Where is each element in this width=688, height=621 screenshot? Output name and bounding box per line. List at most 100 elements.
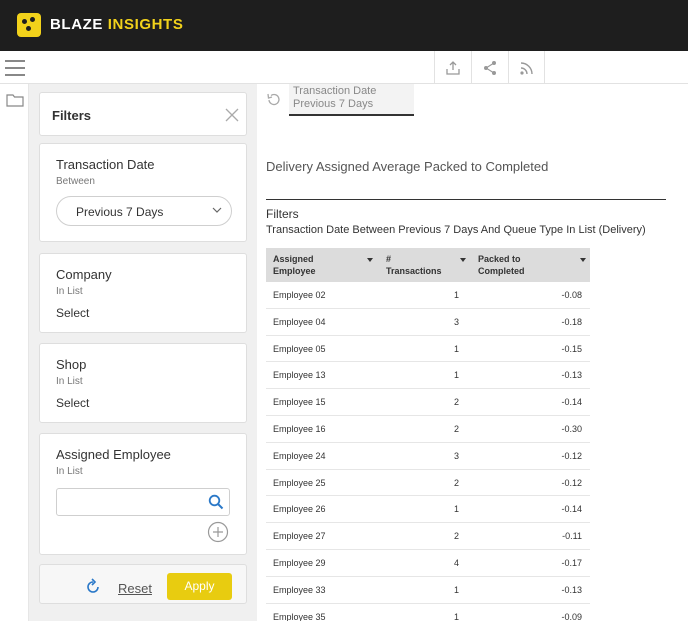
packed-to-completed-cell: -0.30 [561, 423, 582, 434]
filter-title: Assigned Employee [56, 447, 171, 462]
employee-cell: Employee 15 [273, 397, 326, 408]
column-header-transactions[interactable]: # Transactions [386, 253, 468, 277]
tab-label-line2: Previous 7 Days [293, 98, 374, 110]
apply-button[interactable]: Apply [167, 573, 232, 600]
employee-cell: Employee 27 [273, 531, 326, 542]
employee-cell: Employee 35 [273, 611, 326, 621]
packed-to-completed-cell: -0.18 [561, 316, 582, 327]
app-title: BLAZE INSIGHTS [50, 16, 183, 33]
table-row[interactable]: Employee 05 1 -0.15 [266, 335, 590, 363]
table-row[interactable]: Employee 13 1 -0.13 [266, 362, 590, 390]
transactions-cell: 3 [453, 316, 459, 327]
column-header-packed-to-completed[interactable]: Packed to Completed [478, 253, 586, 277]
table-row[interactable]: Employee 24 3 -0.12 [266, 442, 590, 470]
filters-panel: Filters Transaction Date Between Previou… [29, 84, 257, 621]
brand-word-1: BLAZE [50, 16, 103, 33]
employee-search-field [56, 488, 230, 516]
filter-actions: Reset Apply [39, 564, 247, 604]
refresh-icon[interactable] [84, 578, 102, 596]
employee-cell: Employee 29 [273, 557, 326, 568]
folder-icon[interactable] [6, 93, 24, 107]
export-button[interactable] [434, 51, 471, 84]
table-row[interactable]: Employee 33 1 -0.13 [266, 576, 590, 604]
table-row[interactable]: Employee 29 4 -0.17 [266, 549, 590, 577]
transactions-cell: 1 [453, 584, 459, 595]
filter-tab-transaction-date[interactable]: Transaction Date Previous 7 Days [289, 84, 414, 116]
table-row[interactable]: Employee 16 2 -0.30 [266, 415, 590, 443]
transactions-cell: 2 [453, 423, 459, 434]
filters-panel-header: Filters [39, 92, 247, 136]
transactions-cell: 1 [453, 290, 459, 300]
packed-to-completed-cell: -0.13 [561, 584, 582, 595]
date-range-value: Previous 7 Days [76, 205, 164, 219]
packed-to-completed-cell: -0.12 [561, 450, 582, 461]
filter-title: Transaction Date [56, 157, 155, 172]
divider [266, 199, 666, 200]
close-icon[interactable] [224, 107, 240, 123]
packed-to-completed-cell: -0.15 [561, 343, 582, 354]
blaze-logo[interactable] [17, 13, 41, 37]
filter-card-shop: Shop In List Select [39, 343, 247, 423]
packed-to-completed-cell: -0.08 [561, 290, 582, 300]
sort-caret-icon [367, 258, 373, 262]
filter-operator: Between [56, 176, 95, 187]
filter-title: Company [56, 267, 112, 282]
packed-to-completed-cell: -0.13 [561, 370, 582, 381]
transactions-cell: 2 [453, 531, 459, 542]
transactions-cell: 1 [453, 611, 459, 621]
table-row[interactable]: Employee 15 2 -0.14 [266, 389, 590, 416]
transactions-cell: 1 [453, 370, 459, 381]
table-row[interactable]: Employee 25 2 -0.12 [266, 469, 590, 497]
table-body: Employee 02 1 -0.08 Employee 04 3 -0.18 Employ… [266, 282, 590, 621]
table-row[interactable]: Employee 04 3 -0.18 [266, 308, 590, 336]
filter-operator: In List [56, 286, 83, 297]
employee-cell: Employee 04 [273, 316, 326, 327]
company-select[interactable]: Select [56, 306, 89, 320]
table-row[interactable]: Employee 27 2 -0.11 [266, 523, 590, 550]
employee-cell: Employee 16 [273, 423, 326, 434]
employee-cell: Employee 24 [273, 450, 326, 461]
transactions-cell: 1 [453, 504, 459, 515]
search-icon[interactable] [208, 494, 224, 510]
table-row[interactable]: Employee 02 1 -0.08 [266, 282, 590, 309]
filter-operator: In List [56, 376, 83, 387]
transactions-cell: 1 [453, 343, 459, 354]
table-row[interactable]: Employee 35 1 -0.09 [266, 603, 590, 621]
menu-icon[interactable] [5, 60, 25, 76]
filter-card-transaction-date: Transaction Date Between Previous 7 Days [39, 143, 247, 242]
rss-button[interactable] [508, 51, 545, 84]
chevron-down-icon [212, 205, 222, 215]
packed-to-completed-cell: -0.14 [561, 504, 582, 515]
employee-search-input[interactable] [63, 494, 203, 510]
date-range-select[interactable]: Previous 7 Days [56, 196, 232, 226]
packed-to-completed-cell: -0.14 [561, 397, 582, 408]
filter-card-assigned-employee: Assigned Employee In List [39, 433, 247, 555]
filters-panel-title: Filters [52, 108, 92, 123]
filter-card-company: Company In List Select [39, 253, 247, 333]
employee-cell: Employee 26 [273, 504, 326, 515]
share-icon [482, 60, 498, 76]
rss-icon [519, 60, 535, 76]
share-button[interactable] [471, 51, 508, 84]
packed-to-completed-cell: -0.12 [561, 477, 582, 488]
transactions-cell: 3 [453, 450, 459, 461]
sort-caret-icon [580, 258, 586, 262]
employee-cell: Employee 02 [273, 290, 326, 300]
employee-cell: Employee 05 [273, 343, 326, 354]
left-rail [0, 84, 29, 621]
applied-filters-description: Transaction Date Between Previous 7 Days… [266, 224, 646, 236]
add-icon[interactable] [207, 521, 229, 543]
packed-to-completed-cell: -0.17 [561, 557, 582, 568]
transactions-cell: 2 [453, 477, 459, 488]
column-header-assigned-employee[interactable]: Assigned Employee [273, 253, 373, 277]
reset-button[interactable]: Reset [118, 581, 152, 596]
toolbar [0, 51, 688, 84]
employee-cell: Employee 13 [273, 370, 326, 381]
report-table: Assigned Employee # Transactions Packed … [266, 248, 590, 621]
shop-select[interactable]: Select [56, 396, 89, 410]
undo-icon[interactable] [265, 92, 281, 108]
table-row[interactable]: Employee 26 1 -0.14 [266, 496, 590, 524]
report-title: Delivery Assigned Average Packed to Comp… [266, 159, 549, 174]
packed-to-completed-cell: -0.11 [562, 531, 582, 542]
employee-cell: Employee 25 [273, 477, 326, 488]
